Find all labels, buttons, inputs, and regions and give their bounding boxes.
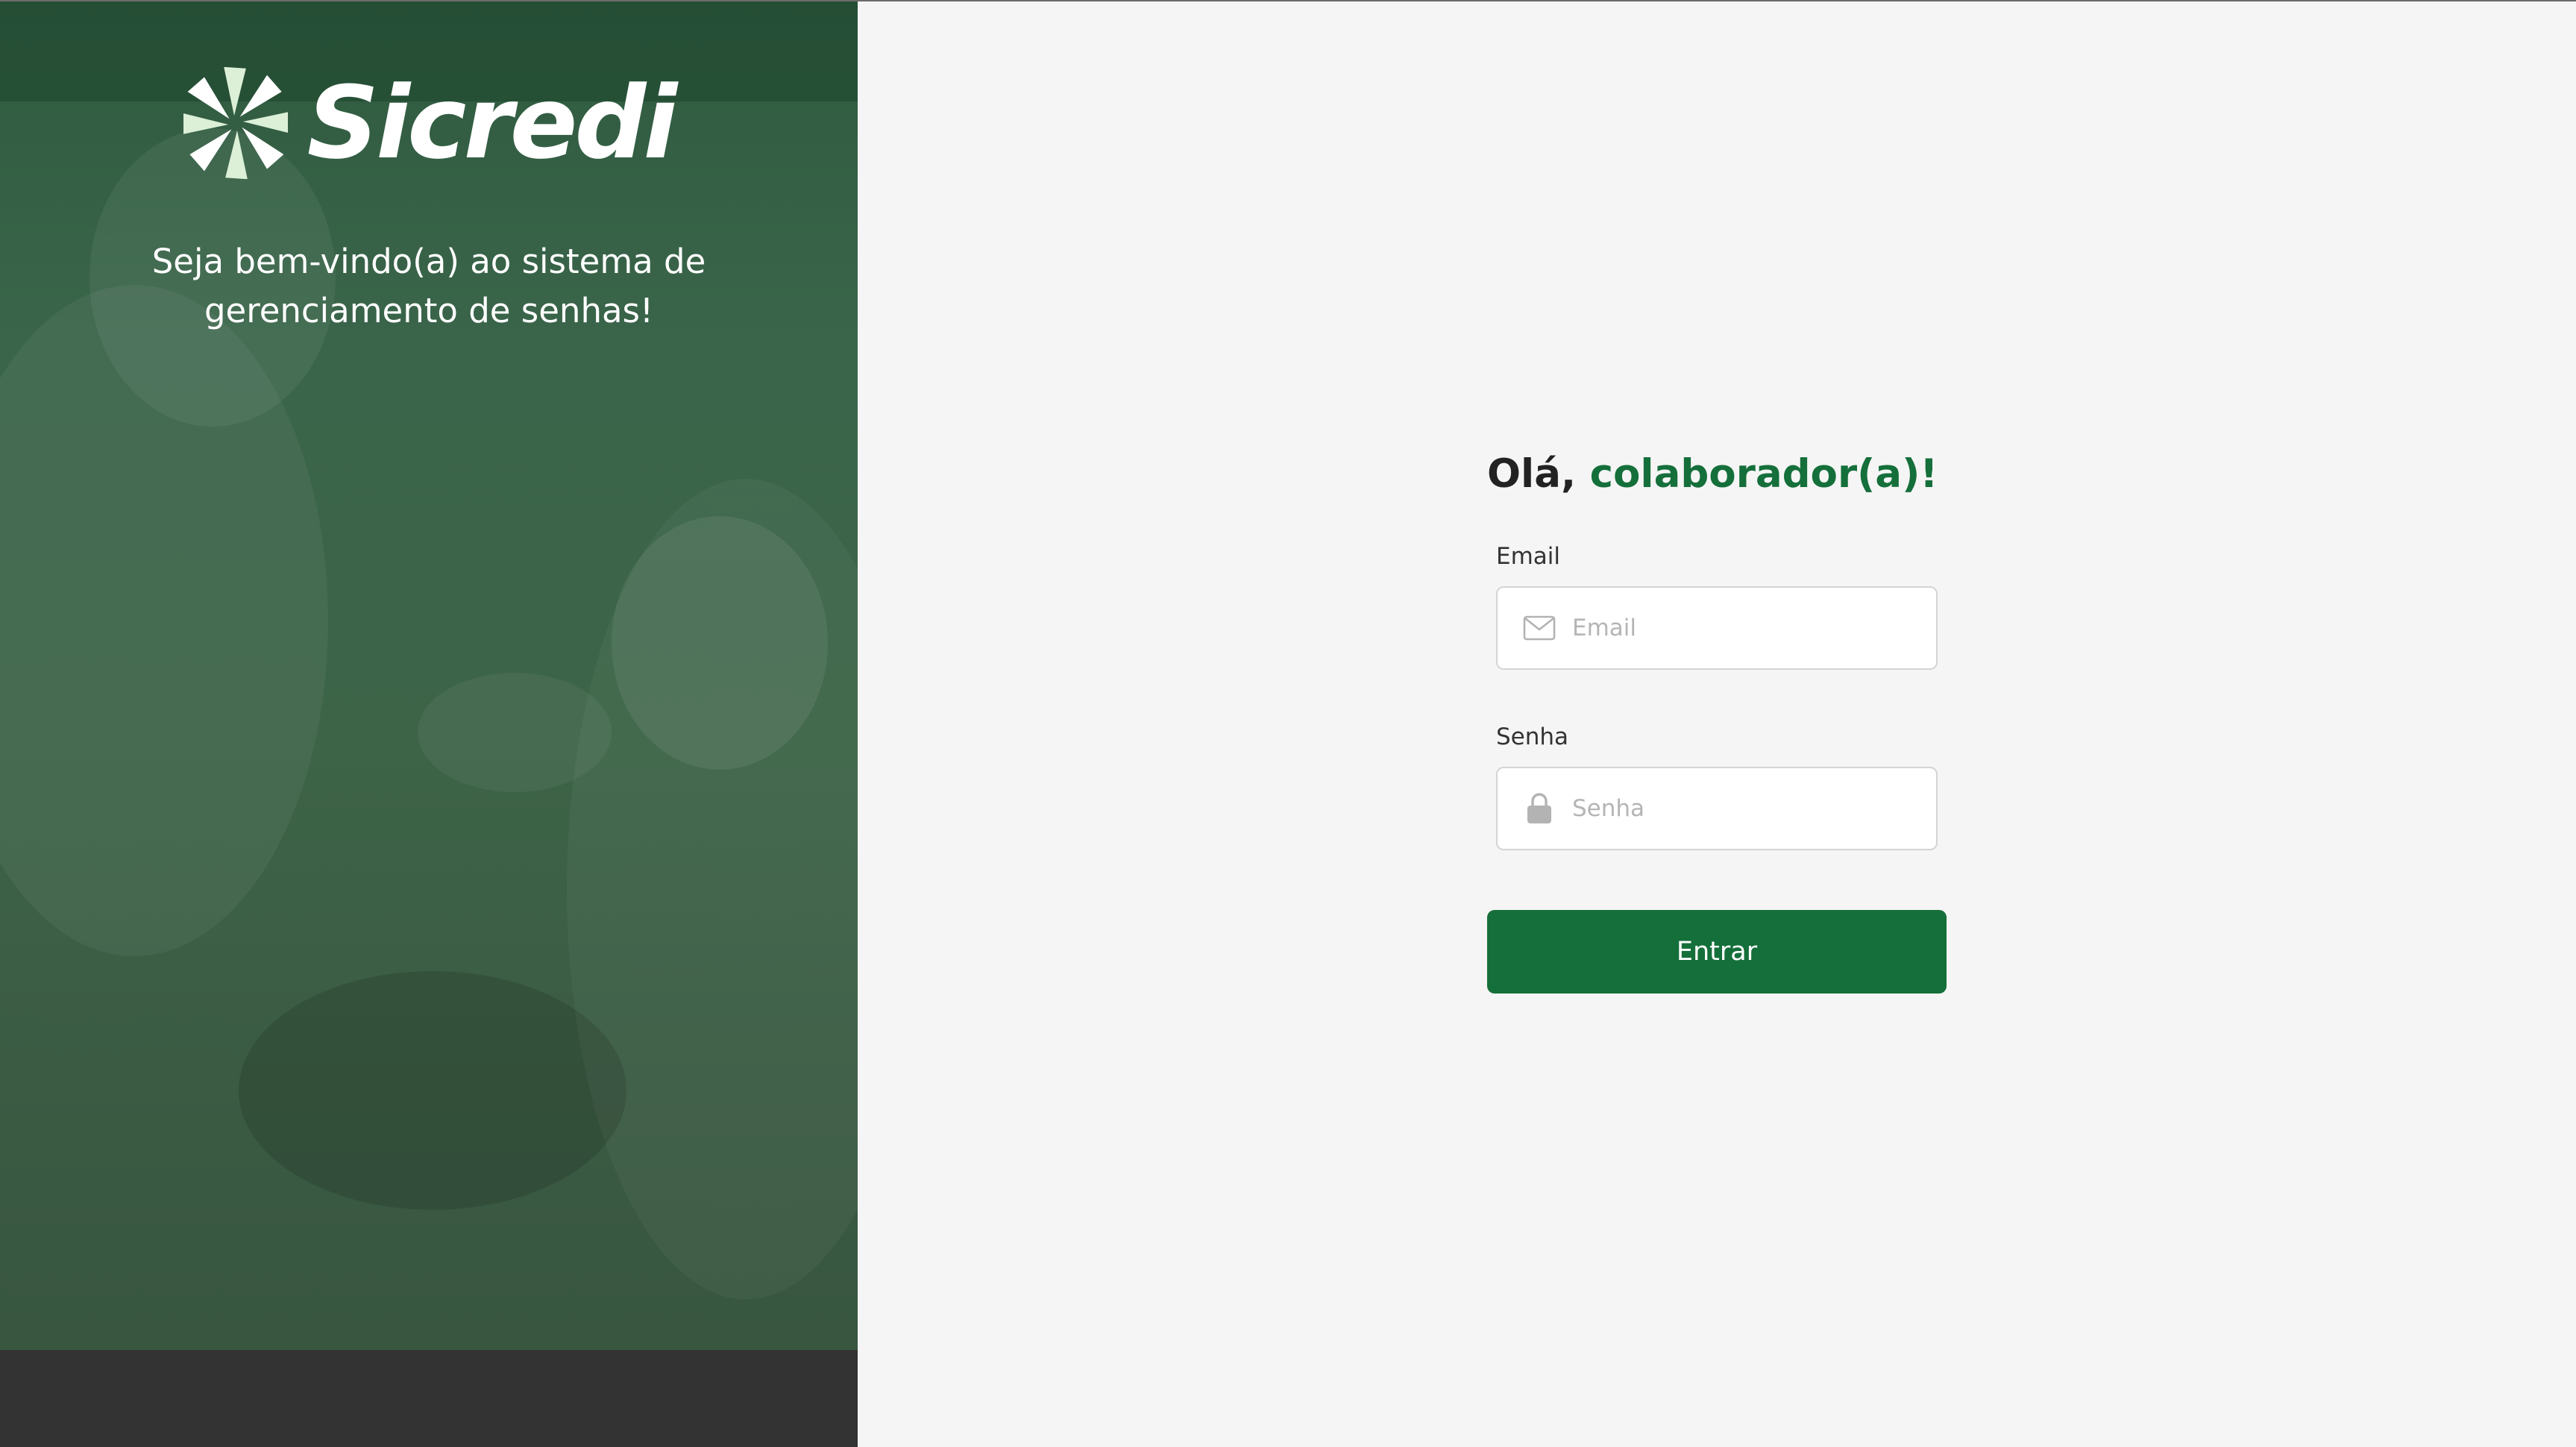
brand-panel: Sicredi Seja bem-vindo(a) ao sistema de … — [0, 1, 858, 1447]
brand-name: Sicredi — [307, 65, 678, 181]
welcome-message: Seja bem-vindo(a) ao sistema de gerencia… — [151, 242, 706, 330]
brand-logo: Sicredi — [0, 67, 858, 179]
password-label: Senha — [1496, 724, 1569, 750]
email-input[interactable] — [1572, 615, 1936, 641]
background-photo — [0, 1, 858, 1350]
greeting-prefix: Olá, — [1487, 451, 1577, 497]
password-input[interactable] — [1572, 795, 1936, 822]
greeting-heading: Olá, colaborador(a)! — [1487, 442, 1947, 507]
login-page: Sicredi Seja bem-vindo(a) ao sistema de … — [0, 0, 2576, 1447]
password-field[interactable] — [1496, 767, 1938, 850]
email-label: Email — [1496, 543, 1561, 570]
login-form: Olá, colaborador(a)! Email Senha — [1487, 442, 1947, 994]
lock-icon — [1521, 791, 1557, 826]
submit-button[interactable]: Entrar — [1487, 910, 1947, 994]
email-field[interactable] — [1496, 586, 1938, 670]
envelope-icon — [1521, 610, 1557, 646]
greeting-highlight: colaborador(a)! — [1589, 451, 1938, 497]
sicredi-pinwheel-icon — [183, 67, 288, 179]
